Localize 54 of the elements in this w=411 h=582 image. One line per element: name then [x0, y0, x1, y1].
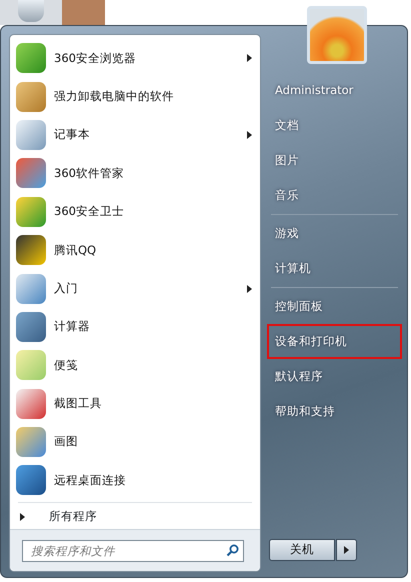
- arrow-icon: [20, 513, 25, 522]
- app-icon: [16, 350, 46, 380]
- program-item[interactable]: 强力卸载电脑中的软件: [10, 77, 260, 116]
- photo-placeholder: [62, 0, 105, 25]
- menu-link[interactable]: 设备和打印机: [267, 324, 402, 359]
- program-label: 强力卸载电脑中的软件: [54, 88, 174, 105]
- program-item[interactable]: 计算器: [10, 308, 260, 346]
- menu-link[interactable]: 默认程序: [267, 359, 402, 394]
- program-label: 截图工具: [54, 395, 102, 412]
- program-item[interactable]: 入门: [10, 269, 260, 308]
- program-item[interactable]: 腾讯QQ: [10, 230, 260, 270]
- app-icon: [16, 196, 46, 227]
- program-item[interactable]: 便笺: [10, 346, 260, 385]
- program-item[interactable]: 画图: [10, 422, 260, 462]
- app-icon: [16, 82, 46, 112]
- menu-link[interactable]: 计算机: [267, 251, 402, 286]
- program-label: 画图: [54, 433, 78, 450]
- program-item[interactable]: 记事本: [10, 116, 260, 154]
- app-icon: [16, 235, 46, 266]
- app-icon: [16, 312, 46, 342]
- shutdown-options-button[interactable]: [336, 539, 357, 561]
- program-item[interactable]: 远程桌面连接: [10, 461, 260, 500]
- all-programs-label: 所有程序: [49, 508, 97, 526]
- program-label: 360安全卫士: [54, 203, 124, 220]
- program-label: 360安全浏览器: [54, 50, 136, 67]
- all-programs-item[interactable]: 所有程序: [10, 504, 260, 530]
- menu-link[interactable]: 图片: [267, 143, 402, 178]
- search-icon: [226, 544, 239, 557]
- menu-link[interactable]: 控制面板: [267, 289, 402, 324]
- program-label: 记事本: [54, 126, 90, 144]
- app-icon: [16, 427, 46, 458]
- search-field[interactable]: 搜索程序和文件: [22, 540, 244, 562]
- program-label: 远程桌面连接: [54, 472, 126, 489]
- shutdown-button[interactable]: 关机: [269, 539, 335, 561]
- program-item[interactable]: 360安全浏览器: [10, 39, 260, 78]
- program-label: 计算器: [54, 318, 90, 336]
- app-icon: [16, 43, 46, 74]
- program-item[interactable]: 360软件管家: [10, 154, 260, 193]
- menu-link[interactable]: 音乐: [267, 178, 402, 213]
- app-icon: [16, 158, 46, 188]
- program-label: 入门: [54, 280, 78, 297]
- menu-link[interactable]: 游戏: [267, 216, 402, 251]
- user-picture[interactable]: [307, 6, 367, 64]
- program-label: 腾讯QQ: [54, 242, 96, 259]
- recycle-bin-icon[interactable]: [18, 0, 44, 22]
- menu-link[interactable]: 帮助和支持: [267, 394, 402, 429]
- app-icon: [16, 465, 46, 496]
- program-item[interactable]: 360安全卫士: [10, 192, 260, 231]
- app-icon: [16, 274, 46, 304]
- app-icon: [16, 120, 46, 150]
- program-label: 便笺: [54, 356, 78, 374]
- program-item[interactable]: 截图工具: [10, 384, 260, 423]
- app-icon: [16, 388, 46, 419]
- program-label: 360软件管家: [54, 164, 124, 182]
